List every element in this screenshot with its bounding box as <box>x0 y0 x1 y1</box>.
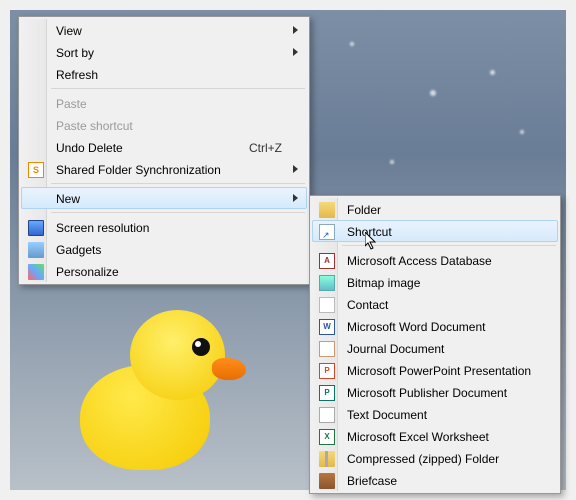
submenu-item-text[interactable]: Text Document <box>312 403 558 425</box>
zip-folder-icon <box>319 451 335 467</box>
sync-icon: S <box>28 162 44 178</box>
menu-label: Refresh <box>56 68 98 82</box>
submenu-item-shortcut[interactable]: Shortcut <box>312 220 558 242</box>
menu-label: Microsoft Word Document <box>347 320 486 334</box>
monitor-icon <box>28 220 44 236</box>
submenu-item-folder[interactable]: Folder <box>312 198 558 220</box>
text-file-icon <box>319 407 335 423</box>
menu-label: Text Document <box>347 408 427 422</box>
submenu-item-zip[interactable]: Compressed (zipped) Folder <box>312 447 558 469</box>
word-icon: W <box>319 319 335 335</box>
personalize-icon <box>28 264 44 280</box>
menu-separator <box>51 88 305 89</box>
gadget-icon <box>28 242 44 258</box>
powerpoint-icon: P <box>319 363 335 379</box>
menu-label: Gadgets <box>56 243 101 257</box>
submenu-item-publisher[interactable]: P Microsoft Publisher Document <box>312 381 558 403</box>
shortcut-icon <box>319 224 335 240</box>
menu-label: Paste <box>56 97 87 111</box>
submenu-item-powerpoint[interactable]: P Microsoft PowerPoint Presentation <box>312 359 558 381</box>
menu-label: Paste shortcut <box>56 119 133 133</box>
submenu-arrow-icon <box>293 194 298 202</box>
submenu-item-contact[interactable]: Contact <box>312 293 558 315</box>
menu-label: New <box>56 192 80 206</box>
menu-item-personalize[interactable]: Personalize <box>21 260 307 282</box>
menu-label: Shared Folder Synchronization <box>56 163 221 177</box>
menu-label: View <box>56 24 82 38</box>
menu-item-paste-shortcut: Paste shortcut <box>21 114 307 136</box>
folder-icon <box>319 202 335 218</box>
submenu-item-word[interactable]: W Microsoft Word Document <box>312 315 558 337</box>
menu-label: Microsoft PowerPoint Presentation <box>347 364 531 378</box>
menu-label: Personalize <box>56 265 119 279</box>
menu-item-sort-by[interactable]: Sort by <box>21 41 307 63</box>
menu-label: Microsoft Publisher Document <box>347 386 507 400</box>
menu-item-gadgets[interactable]: Gadgets <box>21 238 307 260</box>
journal-icon <box>319 341 335 357</box>
contact-icon <box>319 297 335 313</box>
submenu-item-journal[interactable]: Journal Document <box>312 337 558 359</box>
menu-item-undo-delete[interactable]: Undo Delete Ctrl+Z <box>21 136 307 158</box>
submenu-arrow-icon <box>293 26 298 34</box>
menu-item-refresh[interactable]: Refresh <box>21 63 307 85</box>
submenu-arrow-icon <box>293 48 298 56</box>
menu-label: Undo Delete <box>56 141 123 155</box>
publisher-icon: P <box>319 385 335 401</box>
menu-label: Folder <box>347 203 381 217</box>
bitmap-icon <box>319 275 335 291</box>
menu-item-screen-resolution[interactable]: Screen resolution <box>21 216 307 238</box>
submenu-arrow-icon <box>293 165 298 173</box>
menu-item-paste: Paste <box>21 92 307 114</box>
submenu-item-excel[interactable]: X Microsoft Excel Worksheet <box>312 425 558 447</box>
submenu-item-access[interactable]: A Microsoft Access Database <box>312 249 558 271</box>
menu-label: Screen resolution <box>56 221 149 235</box>
keyboard-shortcut: Ctrl+Z <box>249 137 282 159</box>
menu-separator <box>51 212 305 213</box>
menu-label: Compressed (zipped) Folder <box>347 452 499 466</box>
menu-item-shared-sync[interactable]: S Shared Folder Synchronization <box>21 158 307 180</box>
menu-label: Sort by <box>56 46 94 60</box>
access-icon: A <box>319 253 335 269</box>
menu-separator <box>51 183 305 184</box>
menu-label: Journal Document <box>347 342 444 356</box>
menu-label: Contact <box>347 298 388 312</box>
menu-label: Briefcase <box>347 474 397 488</box>
excel-icon: X <box>319 429 335 445</box>
menu-label: Microsoft Excel Worksheet <box>347 430 489 444</box>
submenu-item-bitmap[interactable]: Bitmap image <box>312 271 558 293</box>
desktop-context-menu: View Sort by Refresh Paste Paste shortcu… <box>18 16 310 285</box>
menu-item-view[interactable]: View <box>21 19 307 41</box>
new-submenu: Folder Shortcut A Microsoft Access Datab… <box>309 195 561 494</box>
cursor-icon <box>365 232 379 252</box>
menu-item-new[interactable]: New <box>21 187 307 209</box>
menu-label: Microsoft Access Database <box>347 254 492 268</box>
rubber-duck-wallpaper <box>70 310 240 470</box>
submenu-item-briefcase[interactable]: Briefcase <box>312 469 558 491</box>
briefcase-icon <box>319 473 335 489</box>
menu-label: Bitmap image <box>347 276 420 290</box>
